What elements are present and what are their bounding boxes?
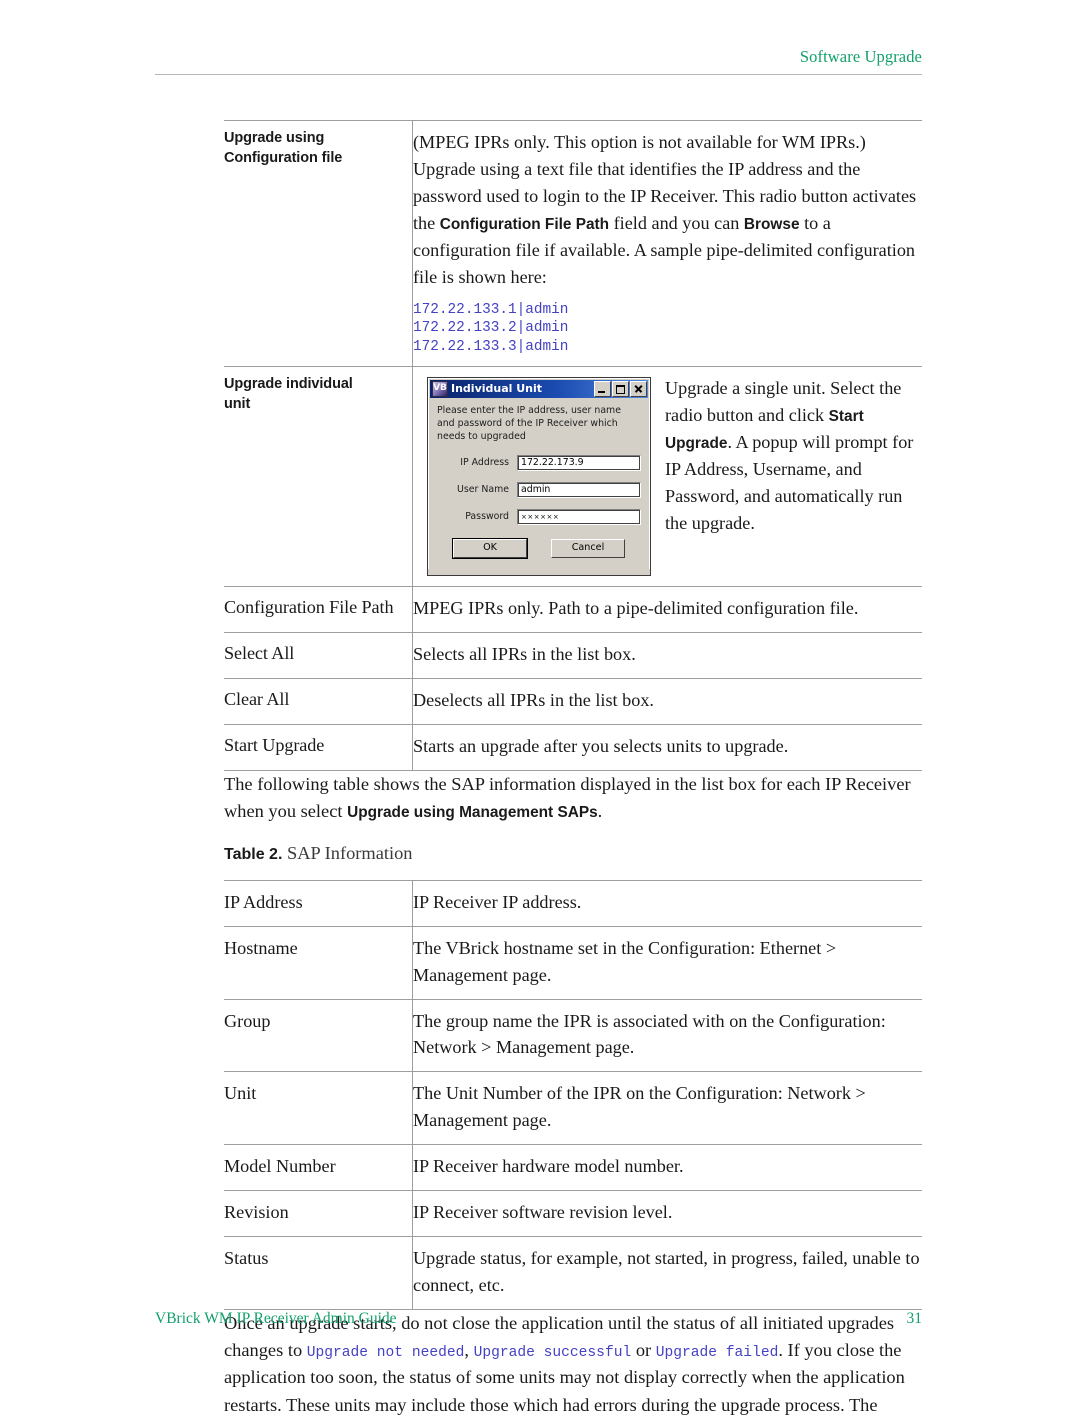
table-cell-description: Deselects all IPRs in the list box. <box>412 677 922 725</box>
row-label-line1: Upgrade individual <box>224 375 353 392</box>
individual-unit-dialog: Individual Unit Please enter th <box>427 376 651 576</box>
table-cell-description: Individual Unit Please enter th <box>412 365 922 587</box>
table-cell-description: Upgrade status, for example, not started… <box>412 1236 922 1310</box>
maximize-icon[interactable] <box>612 380 629 397</box>
table-cell-label: IP Address <box>224 879 413 927</box>
table-row: Upgrade individual unit Individual Unit <box>224 365 922 587</box>
dialog-bottom-strip <box>428 568 650 575</box>
table-cell-label: Upgrade individual unit <box>224 365 413 587</box>
row-label-line2: unit <box>224 395 251 412</box>
ip-address-field-row: IP Address 172.22.173.9 <box>437 454 641 471</box>
table-cell-label: Hostname <box>224 925 413 999</box>
table-cell-label: Select All <box>224 631 413 679</box>
ok-button[interactable]: OK <box>453 538 527 558</box>
table-cell-label: Status <box>224 1236 413 1310</box>
page-header: Software Upgrade <box>155 47 922 76</box>
table-cell-description: MPEG IPRs only. Path to a pipe-delimited… <box>412 585 922 633</box>
table-cell-description: Selects all IPRs in the list box. <box>412 631 922 679</box>
table-row: Hostname The VBrick hostname set in the … <box>224 925 922 999</box>
dialog-action-buttons: OK Cancel <box>441 538 637 558</box>
desc-text-2: field and you can <box>609 212 744 233</box>
table-cell-description: Starts an upgrade after you selects unit… <box>412 723 922 771</box>
status-code-upgrade-failed: Upgrade failed <box>655 1345 779 1362</box>
row-label-line2: Configuration file <box>224 149 343 166</box>
table-cell-description: The Unit Number of the IPR on the Config… <box>412 1071 922 1145</box>
table-cell-description: IP Receiver hardware model number. <box>412 1144 922 1191</box>
user-name-label: User Name <box>456 483 509 495</box>
upgrade-individual-unit-description: Upgrade a single unit. Select the radio … <box>665 375 922 576</box>
table-cell-label: Clear All <box>224 677 413 725</box>
table-cell-label: Configuration File Path <box>224 585 413 633</box>
vbrick-app-icon <box>432 380 448 397</box>
table-cell-label: Upgrade using Configuration file <box>224 120 413 367</box>
dialog-body: Please enter the IP address, user name a… <box>428 398 650 569</box>
cancel-button[interactable]: Cancel <box>551 538 625 558</box>
table-cell-label: Revision <box>224 1190 413 1237</box>
minimize-icon[interactable] <box>594 380 611 397</box>
header-rule <box>155 74 922 76</box>
table-cell-description: IP Receiver IP address. <box>412 879 922 927</box>
closing-text-3: or <box>631 1340 656 1361</box>
sample-config-file-code: 172.22.133.1|admin 172.22.133.2|admin 17… <box>413 301 569 355</box>
table-cell-description: The group name the IPR is associated wit… <box>412 998 922 1072</box>
table-row: IP Address IP Receiver IP address. <box>224 879 922 927</box>
table-row: Upgrade using Configuration file (MPEG I… <box>224 120 922 367</box>
dialog-title: Individual Unit <box>451 382 543 396</box>
footer-guide-title: VBrick WM IP Receiver Admin Guide <box>155 1310 397 1327</box>
table-cell-description: The VBrick hostname set in the Configura… <box>412 925 922 999</box>
password-input[interactable]: ×××××× <box>517 508 641 525</box>
table-cell-label: Start Upgrade <box>224 723 413 771</box>
table-row: Configuration File Path MPEG IPRs only. … <box>224 585 922 633</box>
upgrade-options-table: Upgrade using Configuration file (MPEG I… <box>224 120 922 771</box>
table-cell-label: Unit <box>224 1071 413 1145</box>
footer-page-number: 31 <box>906 1310 923 1327</box>
sap-information-table: IP Address IP Receiver IP address. Hostn… <box>224 879 922 1310</box>
status-code-upgrade-successful: Upgrade successful <box>473 1345 632 1362</box>
table-cell-description: IP Receiver software revision level. <box>412 1190 922 1237</box>
password-label: Password <box>465 510 509 522</box>
table2-title: SAP Information <box>287 842 413 863</box>
user-name-input[interactable]: admin <box>517 481 641 498</box>
table-row: Unit The Unit Number of the IPR on the C… <box>224 1071 922 1145</box>
table-cell-label: Model Number <box>224 1144 413 1191</box>
table-row: Group The group name the IPR is associat… <box>224 998 922 1072</box>
closing-text-2: , <box>464 1340 474 1361</box>
table-row: Select All Selects all IPRs in the list … <box>224 631 922 679</box>
close-icon[interactable] <box>630 380 647 397</box>
status-code-upgrade-not-needed: Upgrade not needed <box>306 1345 465 1362</box>
row-label-line1: Upgrade using <box>224 130 325 146</box>
user-name-field-row: User Name admin <box>437 481 641 498</box>
table-row: Status Upgrade status, for example, not … <box>224 1236 922 1310</box>
table2-caption: Table 2. SAP Information <box>224 843 922 864</box>
table-row: Model Number IP Receiver hardware model … <box>224 1144 922 1191</box>
dialog-window-buttons <box>594 380 647 397</box>
document-page: Software Upgrade Upgrade using Configura… <box>0 0 1080 1415</box>
individual-unit-dialog-screenshot: Individual Unit Please enter th <box>427 375 651 576</box>
dialog-title-bar: Individual Unit <box>430 379 648 398</box>
page-footer: VBrick WM IP Receiver Admin Guide 31 <box>155 1310 922 1328</box>
ip-address-label: IP Address <box>460 456 509 468</box>
desc-text-1: Upgrade a single unit. Select the radio … <box>665 377 902 425</box>
intro-paragraph: The following table shows the SAP inform… <box>224 771 922 825</box>
table-row: Revision IP Receiver software revision l… <box>224 1190 922 1237</box>
password-field-row: Password ×××××× <box>437 508 641 525</box>
desc-bold-browse: Browse <box>743 215 800 233</box>
table-cell-label: Group <box>224 998 413 1072</box>
dialog-instruction-text: Please enter the IP address, user name a… <box>437 404 621 442</box>
intro-bold-management-saps: Upgrade using Management SAPs <box>347 803 598 821</box>
table2-number: Table 2. <box>224 845 283 863</box>
ip-address-input[interactable]: 172.22.173.9 <box>517 454 641 471</box>
table-cell-description: (MPEG IPRs only. This option is not avai… <box>412 120 922 367</box>
table-row: Start Upgrade Starts an upgrade after yo… <box>224 723 922 771</box>
page-content: Upgrade using Configuration file (MPEG I… <box>224 120 922 1419</box>
intro-text-2: . <box>597 800 603 821</box>
header-chapter-title: Software Upgrade <box>799 47 922 66</box>
table-row: Clear All Deselects all IPRs in the list… <box>224 677 922 725</box>
desc-bold-config-file-path: Configuration File Path <box>439 215 610 233</box>
